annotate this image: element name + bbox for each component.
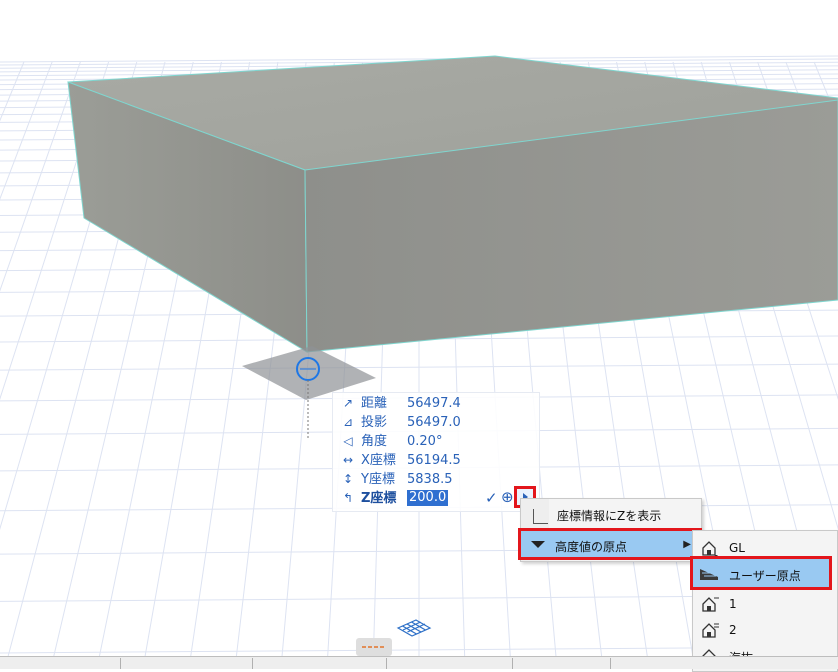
triangle-down-icon (531, 541, 545, 548)
tracker-row-y: ↕ Y座標 5838.5 (333, 470, 539, 489)
submenu-item-label: GL (729, 541, 745, 555)
tracker-label: Y座標 (361, 472, 395, 487)
submenu-item-1[interactable]: 1 (693, 591, 837, 617)
status-divider (512, 658, 513, 669)
x-axis-icon: ↔ (342, 453, 354, 467)
user-origin-icon (700, 569, 718, 580)
elevation-origin-submenu: GL 1 2 海抜 (692, 530, 838, 672)
status-divider (252, 658, 253, 669)
tracker-value[interactable]: 56497.0 (407, 413, 461, 432)
tracker-row-projection: ⊿ 投影 56497.0 (333, 413, 539, 432)
projection-icon: ⊿ (342, 415, 354, 429)
tracker-row-x: ↔ X座標 56194.5 (333, 451, 539, 470)
status-bar (0, 656, 838, 669)
tracker-label: X座標 (361, 453, 396, 468)
tracker-label: 距離 (361, 396, 388, 411)
tracker-value[interactable]: 5838.5 (407, 470, 453, 489)
menu-item-label: 高度値の原点 (555, 540, 628, 554)
tracker-value[interactable]: 0.20° (407, 432, 442, 451)
house-story-1-icon (702, 597, 719, 612)
tracker-value[interactable]: 56194.5 (407, 451, 461, 470)
menu-item-show-z[interactable]: 座標情報にZを表示 (521, 505, 701, 527)
y-axis-icon: ↕ (342, 472, 354, 486)
status-divider (610, 658, 611, 669)
submenu-item-user-origin[interactable]: ユーザー原点 (690, 556, 832, 590)
submenu-item-2[interactable]: 2 (693, 617, 837, 643)
tracker-row-angle: ◁ 角度 0.20° (333, 432, 539, 451)
tracker-value[interactable]: 56497.4 (407, 394, 461, 413)
check-icon[interactable]: ✓ (485, 489, 498, 507)
angle-icon: ◁ (343, 434, 353, 448)
house-story-2-icon (702, 623, 719, 638)
tracker-label: Z座標 (361, 491, 397, 506)
status-divider (120, 658, 121, 669)
distance-icon: ↗ (342, 396, 354, 410)
submenu-item-label: 1 (729, 597, 737, 611)
axis-icon (533, 509, 548, 524)
menu-item-label: 座標情報にZを表示 (557, 509, 662, 523)
tracker-label: 投影 (361, 415, 388, 430)
status-divider (386, 658, 387, 669)
submenu-item-label: ユーザー原点 (729, 569, 801, 583)
submenu-item-label: 2 (729, 623, 737, 637)
tracker-label: 角度 (361, 434, 388, 449)
tracker-row-distance: ↗ 距離 56497.4 (333, 394, 539, 413)
coordinate-tracker: ↗ 距離 56497.4 ⊿ 投影 56497.0 ◁ 角度 0.20° ↔ X… (332, 392, 540, 512)
target-icon[interactable]: ⊕ (501, 488, 514, 506)
panel-handle-icon[interactable] (356, 638, 392, 656)
menu-item-elevation-origin[interactable]: 高度値の原点 ▶ (518, 528, 702, 560)
z-axis-icon: ↰ (342, 491, 354, 505)
chevron-right-icon: ▶ (683, 539, 691, 550)
house-icon (702, 541, 718, 557)
z-value-input[interactable]: 200.0 (407, 490, 449, 506)
